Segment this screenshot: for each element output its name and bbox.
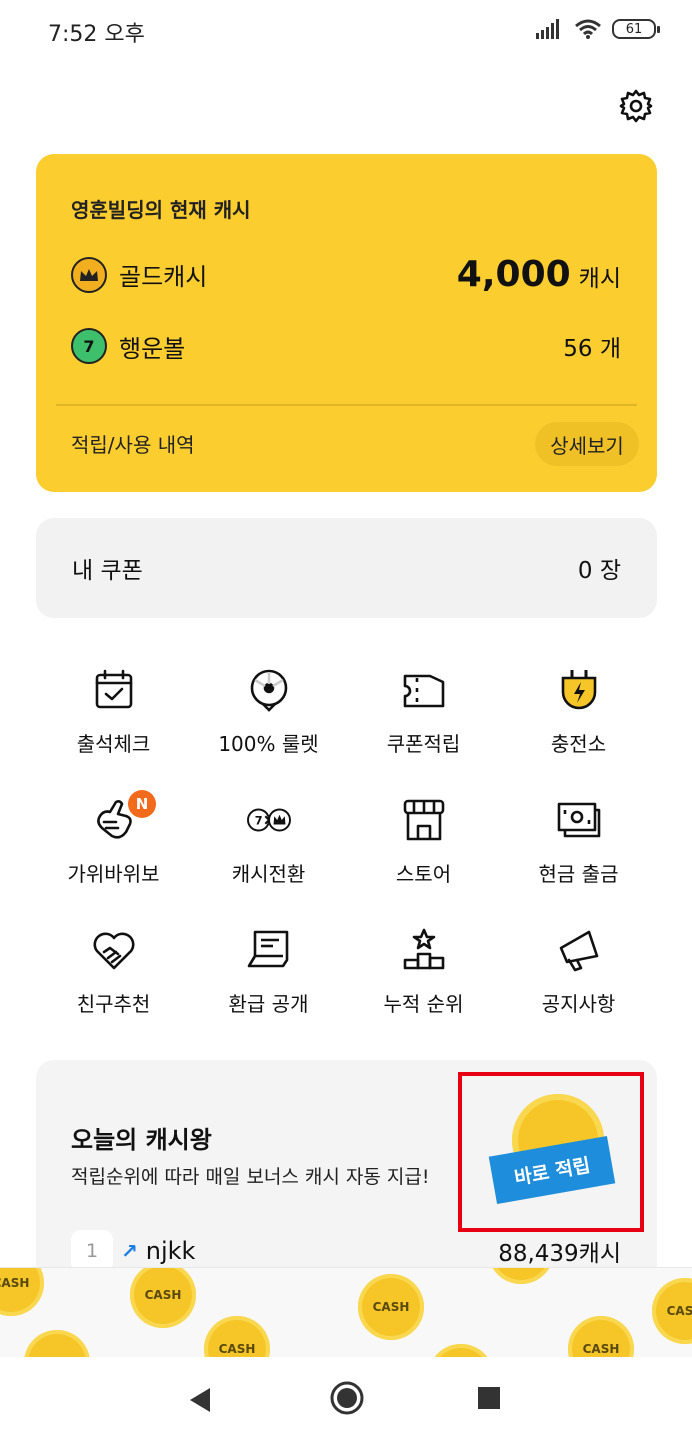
cash-coin-icon: CASH [130, 1268, 196, 1328]
signal-icon [536, 19, 559, 39]
ticket-icon [403, 674, 444, 708]
luck-ball-label: 행운볼 [119, 334, 186, 363]
cash-coin-icon: CASH [358, 1274, 424, 1340]
luck-ball-row: 7 행운볼 56 개 [71, 328, 621, 364]
menu-item-notice[interactable]: 공지사항 [501, 920, 656, 1050]
earn-now-button[interactable]: 바로 적립 [488, 1135, 616, 1205]
menu-item-charging[interactable]: 충전소 [501, 660, 656, 790]
refund-card-icon [247, 930, 288, 968]
cash-coin-icon: CASH [24, 1330, 90, 1357]
menu-item-coupon-earn[interactable]: 쿠폰적립 [346, 660, 501, 790]
cash-card-divider [56, 404, 637, 406]
menu-label: 스토어 [395, 862, 452, 886]
heart-handshake-icon [93, 932, 134, 970]
roulette-icon [250, 669, 287, 712]
rank-row[interactable]: 1 ↗ njkk 88,439캐시 [71, 1230, 621, 1272]
cash-coin-icon: CASH [428, 1344, 494, 1357]
luck-ball-icon: 7 [71, 328, 107, 364]
menu-label: 현금 출금 [538, 862, 619, 886]
gear-icon[interactable] [618, 88, 654, 124]
rank-user-name: njkk [145, 1237, 196, 1265]
gold-cash-row: 골드캐시 4,000 캐시 [71, 254, 621, 295]
cash-coin-icon: CASH [652, 1278, 692, 1344]
cash-card: 영훈빌딩의 현재 캐시 골드캐시 4,000 캐시 7 행운볼 56 개 적립/… [36, 154, 657, 492]
cash-bills-icon [557, 802, 600, 838]
back-icon[interactable] [188, 1387, 212, 1413]
history-label[interactable]: 적립/사용 내역 [71, 429, 195, 458]
menu-label: 쿠폰적립 [386, 732, 461, 756]
svg-text:7: 7 [254, 815, 262, 828]
cash-coin-icon: CASH [0, 1268, 44, 1316]
menu-item-rock-paper-scissors[interactable]: N 가위바위보 [36, 790, 191, 920]
rank-number: 1 [71, 1230, 113, 1272]
cash-king-title: 오늘의 캐시왕 [71, 1126, 212, 1154]
menu-item-cash-exchange[interactable]: 7 캐시전환 [191, 790, 346, 920]
coupon-card[interactable]: 내 쿠폰 0 장 [36, 518, 657, 618]
status-icons: 61 [536, 18, 660, 40]
trend-up-arrow-icon: ↗ [121, 1239, 138, 1263]
menu-label: 충전소 [550, 732, 607, 756]
cash-exchange-icon: 7 [246, 808, 291, 832]
menu-item-cash-withdraw[interactable]: 현금 출금 [501, 790, 656, 920]
home-icon[interactable] [330, 1381, 364, 1415]
menu-item-refund-public[interactable]: 환급 공개 [191, 920, 346, 1050]
luck-ball-value: 56 개 [563, 336, 621, 362]
menu-label: 공지사항 [541, 992, 616, 1016]
cash-coin-icon: CASH [488, 1268, 554, 1284]
menu-item-store[interactable]: 스토어 [346, 790, 501, 920]
rank-cash-amount: 88,439캐시 [498, 1241, 621, 1267]
earn-now-highlight[interactable]: 바로 적립 [458, 1072, 644, 1232]
status-time: 7:52 오후 [48, 22, 145, 47]
cash-coin-icon: CASH [204, 1316, 270, 1357]
menu-label: 가위바위보 [67, 862, 160, 886]
coupon-label: 내 쿠폰 [72, 558, 143, 584]
gold-cash-value: 4,000 캐시 [457, 254, 621, 295]
detail-button[interactable]: 상세보기 [535, 422, 639, 466]
charging-plug-icon [561, 670, 596, 710]
menu-label: 친구추천 [76, 992, 151, 1016]
menu-label: 환급 공개 [228, 992, 309, 1016]
coupon-value: 0 장 [577, 558, 621, 584]
status-bar: 7:52 오후 61 [0, 0, 692, 62]
menu-label: 100% 룰렛 [218, 732, 319, 756]
gold-cash-unit: 캐시 [578, 266, 621, 292]
battery-icon: 61 [612, 19, 660, 39]
menu-grid: 출석체크 100% 룰렛 쿠폰적립 충전소 N 가위바위보 7 캐시전환 스토어… [36, 660, 656, 1050]
menu-label: 캐시전환 [231, 862, 306, 886]
megaphone-icon [559, 930, 598, 972]
menu-item-attendance[interactable]: 출석체크 [36, 660, 191, 790]
store-icon [403, 799, 444, 841]
menu-label: 출석체크 [76, 732, 151, 756]
cash-card-title: 영훈빌딩의 현재 캐시 [71, 198, 251, 222]
navigation-bar [0, 1357, 692, 1440]
recents-icon[interactable] [478, 1387, 500, 1409]
battery-level: 61 [625, 21, 643, 37]
crown-coin-icon [71, 256, 107, 293]
gold-cash-amount: 4,000 [456, 254, 571, 295]
menu-item-cumulative-rank[interactable]: 누적 순위 [346, 920, 501, 1050]
coin-banner: CASH CASH CASH CASH CASH CASH CASH CASH … [0, 1267, 692, 1357]
cash-king-subtitle: 적립순위에 따라 매일 보너스 캐시 자동 지급! [71, 1166, 430, 1188]
menu-item-roulette[interactable]: 100% 룰렛 [191, 660, 346, 790]
calendar-check-icon [95, 669, 132, 709]
podium-star-icon [403, 928, 444, 970]
luck-ball-icon-text: 7 [83, 336, 95, 356]
gold-cash-label: 골드캐시 [119, 263, 208, 291]
menu-item-friend-referral[interactable]: 친구추천 [36, 920, 191, 1050]
menu-label: 누적 순위 [383, 992, 464, 1016]
new-badge: N [128, 790, 156, 818]
cash-coin-icon: CASH [568, 1316, 634, 1357]
wifi-icon [575, 19, 601, 39]
